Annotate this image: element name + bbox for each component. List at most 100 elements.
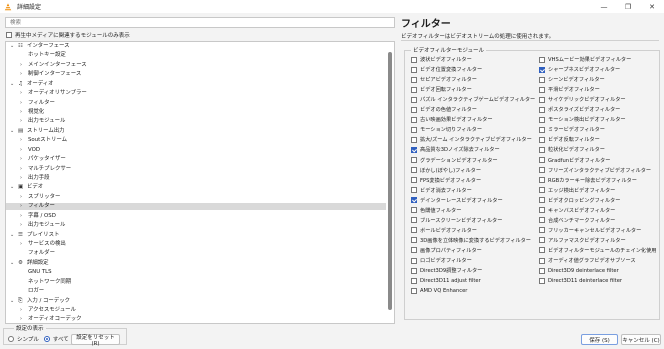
filter-module-checkbox[interactable] xyxy=(539,177,545,184)
tree-item[interactable]: ⌄ ▣ ビデオ xyxy=(6,184,386,191)
chevron-right-icon[interactable]: › xyxy=(20,194,22,201)
filter-module-option[interactable]: キャンバスビデオフィルター xyxy=(539,207,615,214)
chevron-right-icon[interactable]: › xyxy=(20,203,22,210)
filter-module-checkbox[interactable] xyxy=(411,56,417,63)
filter-module-checkbox[interactable] xyxy=(539,157,545,163)
tree-item[interactable]: ロガー xyxy=(6,288,386,295)
chevron-right-icon[interactable]: › xyxy=(20,62,22,69)
filter-module-checkbox[interactable] xyxy=(411,177,417,184)
filter-module-option[interactable]: 平滑ビデオフィルター xyxy=(539,86,600,93)
cancel-button[interactable]: キャンセル (C) xyxy=(621,334,661,345)
tree-item[interactable]: ⌄ ▤ ストリーム出力 xyxy=(6,128,386,135)
tree-item[interactable]: ネットワーク同期 xyxy=(6,279,386,286)
filter-module-option[interactable]: ビデオクロッピングフィルター xyxy=(539,197,620,204)
filter-module-option[interactable]: オーディオ値グラフビデオサブソース xyxy=(539,257,636,264)
minimize-button[interactable]: — xyxy=(592,0,616,13)
filter-module-checkbox[interactable] xyxy=(411,76,417,83)
filter-module-checkbox[interactable] xyxy=(539,76,545,83)
chevron-right-icon[interactable]: › xyxy=(20,109,22,116)
tree-item[interactable]: › スプリッター xyxy=(6,194,386,201)
filter-module-option[interactable]: ポスタライズビデオフィルター xyxy=(539,106,620,113)
chevron-right-icon[interactable]: › xyxy=(20,90,22,97)
filter-module-option[interactable]: グラデーションビデオフィルター xyxy=(411,157,498,164)
filter-module-option[interactable]: ビデオ消去フィルター xyxy=(411,187,472,194)
tree-item[interactable]: › 制御インターフェース xyxy=(6,71,386,78)
filter-module-checkbox[interactable] xyxy=(411,146,417,153)
filter-module-checkbox[interactable] xyxy=(411,116,417,123)
chevron-right-icon[interactable]: › xyxy=(20,241,22,248)
filter-module-checkbox[interactable] xyxy=(411,126,417,133)
filter-module-checkbox[interactable] xyxy=(411,106,417,113)
filter-module-checkbox[interactable] xyxy=(539,237,545,244)
tree-item[interactable]: › Soutストリーム xyxy=(6,137,386,144)
tree-item[interactable]: ⌄ ⚙ 詳細設定 xyxy=(6,260,386,267)
filter-module-option[interactable]: ビデオフィルターモジュールのチェイン化使用 xyxy=(539,247,656,254)
filter-module-checkbox[interactable] xyxy=(411,197,417,204)
filter-module-checkbox[interactable] xyxy=(539,116,545,123)
chevron-down-icon[interactable]: ⌄ xyxy=(10,184,14,191)
filter-module-checkbox[interactable] xyxy=(411,227,417,234)
filter-module-checkbox[interactable] xyxy=(411,207,417,214)
filter-module-option[interactable]: 粒状化ビデオフィルター xyxy=(539,146,605,153)
tree-item[interactable]: ⌄ ☰ プレイリスト xyxy=(6,232,386,239)
tree-item[interactable]: フォルダー xyxy=(6,250,386,257)
simple-radio[interactable] xyxy=(8,336,14,342)
filter-module-checkbox[interactable] xyxy=(411,136,417,143)
tree-item[interactable]: › 出力手段 xyxy=(6,175,386,182)
filter-module-option[interactable]: Gradfunビデオフィルター xyxy=(539,157,610,164)
filter-module-option[interactable]: Direct3D11 adjust filter xyxy=(411,277,481,284)
filter-module-option[interactable]: AMD VQ Enhancer xyxy=(411,287,467,294)
filter-module-checkbox[interactable] xyxy=(539,247,545,254)
filter-module-checkbox[interactable] xyxy=(411,96,417,103)
maximize-button[interactable]: ❐ xyxy=(616,0,640,13)
tree-item[interactable]: › フィルター xyxy=(6,203,386,211)
filter-module-option[interactable]: モーション検出ビデオフィルター xyxy=(539,116,626,123)
close-button[interactable]: ✕ xyxy=(640,0,664,13)
chevron-right-icon[interactable]: › xyxy=(20,166,22,173)
filter-module-option[interactable]: Direct3D9 deinterlace filter xyxy=(539,267,619,274)
filter-module-option[interactable]: ビデオの色値フィルター xyxy=(411,106,477,113)
filter-module-checkbox[interactable] xyxy=(411,167,417,174)
filter-module-option[interactable]: ビデオ反転フィルター xyxy=(539,136,600,143)
filter-module-checkbox[interactable] xyxy=(539,66,545,73)
filter-module-option[interactable]: 拡大/ズーム インタラクティブビデオフィルター xyxy=(411,136,532,143)
all-radio[interactable] xyxy=(43,336,50,342)
chevron-right-icon[interactable]: › xyxy=(20,156,22,163)
filter-module-option[interactable]: ぼかし(ぼやし)フィルター xyxy=(411,167,481,174)
filter-module-checkbox[interactable] xyxy=(539,167,545,174)
filter-module-checkbox[interactable] xyxy=(539,197,545,204)
filter-module-option[interactable]: アルファマスクビデオフィルター xyxy=(539,237,626,244)
filter-module-checkbox[interactable] xyxy=(539,257,545,264)
chevron-right-icon[interactable]: › xyxy=(20,307,22,314)
filter-module-option[interactable]: 色閾値フィルター xyxy=(411,207,461,214)
filter-module-checkbox[interactable] xyxy=(539,267,545,274)
filter-module-checkbox[interactable] xyxy=(411,277,417,284)
chevron-right-icon[interactable]: › xyxy=(20,118,22,125)
tree-item[interactable]: › オーディオリサンプラー xyxy=(6,90,386,97)
chevron-right-icon[interactable]: › xyxy=(20,147,22,154)
filter-module-checkbox[interactable] xyxy=(411,157,417,163)
filter-module-checkbox[interactable] xyxy=(539,56,545,63)
filter-module-option[interactable]: フリーズインタラクティブビデオフィルター xyxy=(539,167,651,174)
chevron-right-icon[interactable]: › xyxy=(20,213,22,220)
filter-module-checkbox[interactable] xyxy=(411,86,417,93)
tree-item[interactable]: ホットキー設定 xyxy=(6,52,386,59)
filter-module-checkbox[interactable] xyxy=(539,187,545,194)
tree-item[interactable]: › マルチプレクサー xyxy=(6,166,386,173)
filter-module-checkbox[interactable] xyxy=(411,267,417,274)
only-current-media-option[interactable]: 再生中メディアに関連するモジュールのみ表示 xyxy=(6,31,130,39)
filter-module-option[interactable]: 古い映画効果ビデオフィルター xyxy=(411,116,493,123)
tree-item[interactable]: › フィルター xyxy=(6,100,386,107)
tree-item[interactable]: › パケッタイザー xyxy=(6,156,386,163)
filter-module-option[interactable]: 高品質な3Dノイズ除去フィルター xyxy=(411,146,500,153)
filter-module-checkbox[interactable] xyxy=(539,106,545,113)
chevron-right-icon[interactable]: › xyxy=(20,100,22,107)
tree-item[interactable]: › 字幕 / OSD xyxy=(6,213,386,220)
tree-item[interactable]: › VOD xyxy=(6,147,386,154)
chevron-down-icon[interactable]: ⌄ xyxy=(10,43,14,50)
tree-item[interactable]: › 視覚化 xyxy=(6,109,386,116)
filter-module-option[interactable]: セピアビデオフィルター xyxy=(411,76,477,83)
filter-module-checkbox[interactable] xyxy=(411,237,417,244)
only-current-media-checkbox[interactable] xyxy=(6,32,12,38)
filter-module-checkbox[interactable] xyxy=(411,187,417,194)
